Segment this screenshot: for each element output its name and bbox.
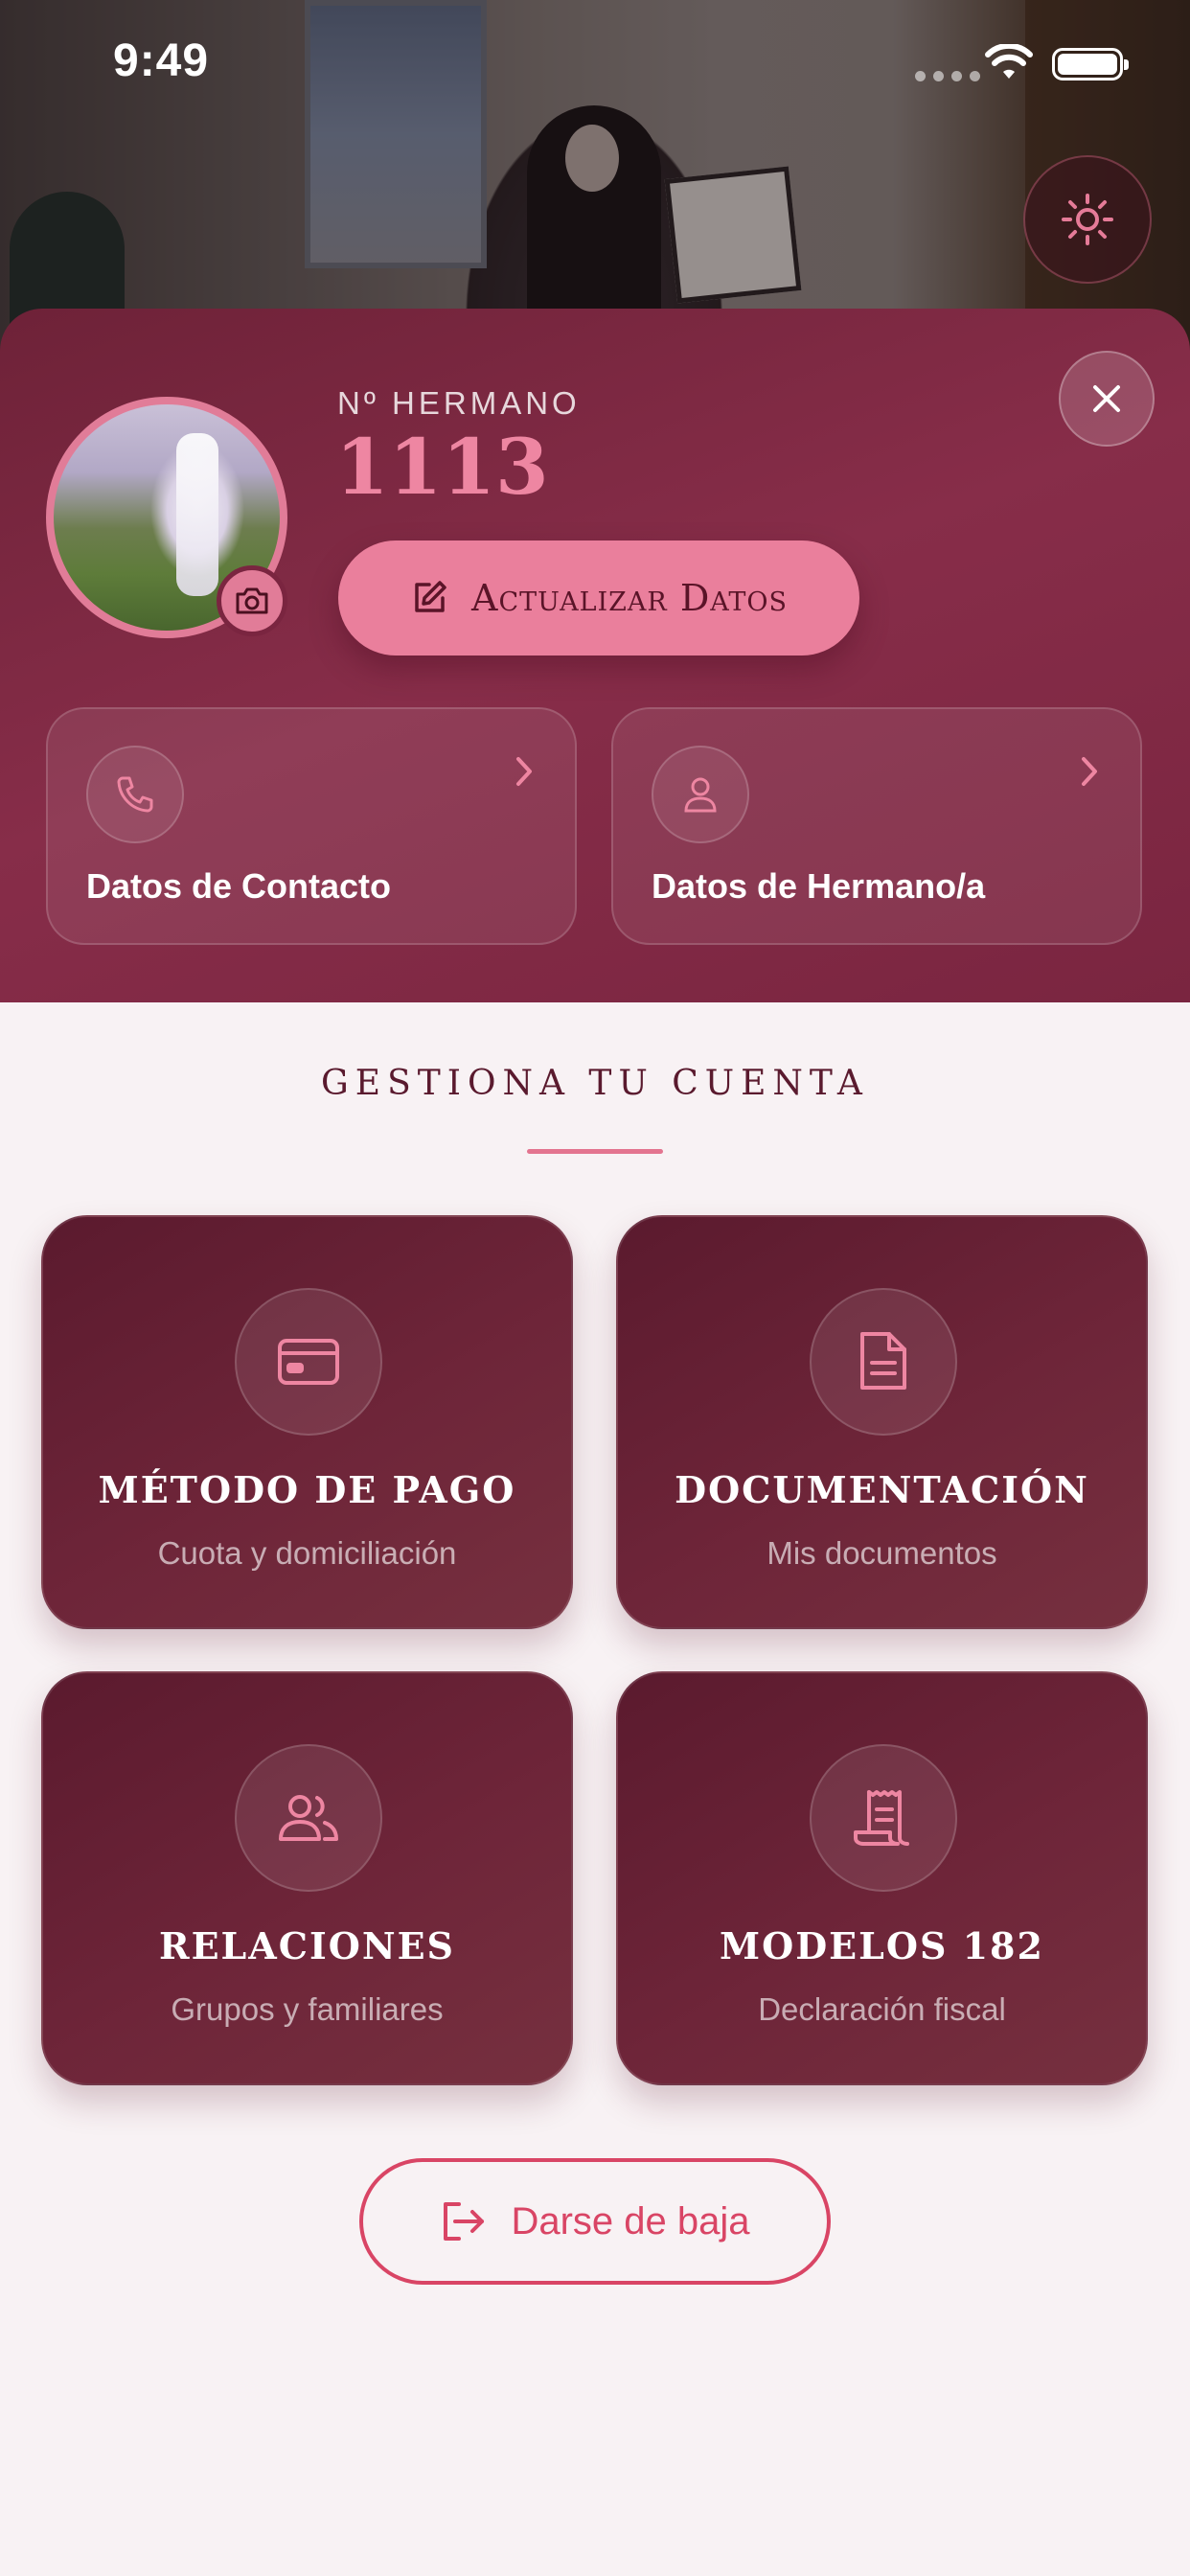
users-icon-circle bbox=[235, 1744, 382, 1892]
update-data-label: Actualizar Datos bbox=[471, 577, 788, 619]
models-182-card[interactable]: MODELOS 182 Declaración fiscal bbox=[616, 1671, 1148, 2085]
relations-subtitle: Grupos y familiares bbox=[171, 1991, 444, 2027]
statue-face bbox=[565, 125, 619, 192]
users-icon bbox=[279, 1795, 338, 1841]
contact-data-label: Datos de Contacto bbox=[86, 866, 392, 906]
chevron-right-icon bbox=[1082, 757, 1097, 786]
change-photo-button[interactable] bbox=[217, 565, 287, 636]
theme-toggle-button[interactable] bbox=[1023, 155, 1152, 284]
parish-sign bbox=[664, 166, 802, 304]
member-number-label: Nº HERMANO bbox=[337, 385, 581, 421]
phone-icon bbox=[117, 776, 153, 813]
documentation-subtitle: Mis documentos bbox=[767, 1535, 997, 1571]
phone-icon-circle bbox=[86, 746, 184, 843]
edit-icon bbox=[415, 581, 446, 612]
unsubscribe-label: Darse de baja bbox=[511, 2199, 750, 2242]
chevron-right-icon bbox=[516, 757, 532, 786]
receipt-icon bbox=[854, 1790, 909, 1846]
profile-sheet: Nº HERMANO 1113 Actualizar Datos Datos d… bbox=[0, 309, 1190, 1002]
sun-icon bbox=[1062, 194, 1113, 245]
user-icon bbox=[684, 777, 717, 813]
document-icon bbox=[860, 1332, 906, 1390]
update-data-button[interactable]: Actualizar Datos bbox=[338, 540, 859, 656]
status-bar: 9:49 bbox=[0, 0, 1190, 134]
user-icon-circle bbox=[652, 746, 749, 843]
credit-card-icon-circle bbox=[235, 1288, 382, 1436]
member-data-label: Datos de Hermano/a bbox=[652, 866, 986, 906]
models-182-subtitle: Declaración fiscal bbox=[758, 1991, 1006, 2027]
payment-method-card[interactable]: MÉTODO DE PAGO Cuota y domiciliación bbox=[41, 1215, 573, 1629]
unsubscribe-button[interactable]: Darse de baja bbox=[359, 2158, 831, 2285]
payment-method-subtitle: Cuota y domiciliación bbox=[157, 1535, 457, 1571]
camera-icon bbox=[236, 587, 268, 614]
relations-card[interactable]: RELACIONES Grupos y familiares bbox=[41, 1671, 573, 2085]
documentation-card[interactable]: DOCUMENTACIÓN Mis documentos bbox=[616, 1215, 1148, 1629]
close-button[interactable] bbox=[1059, 351, 1155, 447]
cellular-signal-icon bbox=[915, 71, 980, 81]
status-time: 9:49 bbox=[113, 35, 210, 86]
battery-icon bbox=[1052, 48, 1129, 80]
logout-icon bbox=[444, 2202, 485, 2241]
document-icon-circle bbox=[810, 1288, 957, 1436]
documentation-title: DOCUMENTACIÓN bbox=[675, 1468, 1089, 1511]
receipt-icon-circle bbox=[810, 1744, 957, 1892]
avatar-container bbox=[46, 397, 287, 638]
models-182-title: MODELOS 182 bbox=[720, 1924, 1044, 1967]
credit-card-icon bbox=[278, 1339, 339, 1385]
contact-data-card[interactable]: Datos de Contacto bbox=[46, 707, 577, 945]
payment-method-title: MÉTODO DE PAGO bbox=[98, 1468, 516, 1511]
section-divider bbox=[527, 1149, 663, 1154]
section-title: GESTIONA TU CUENTA bbox=[321, 1064, 869, 1103]
member-number: 1113 bbox=[335, 422, 549, 512]
wifi-icon bbox=[985, 44, 1033, 79]
close-icon bbox=[1093, 385, 1120, 412]
member-data-card[interactable]: Datos de Hermano/a bbox=[611, 707, 1142, 945]
relations-title: RELACIONES bbox=[158, 1924, 455, 1967]
